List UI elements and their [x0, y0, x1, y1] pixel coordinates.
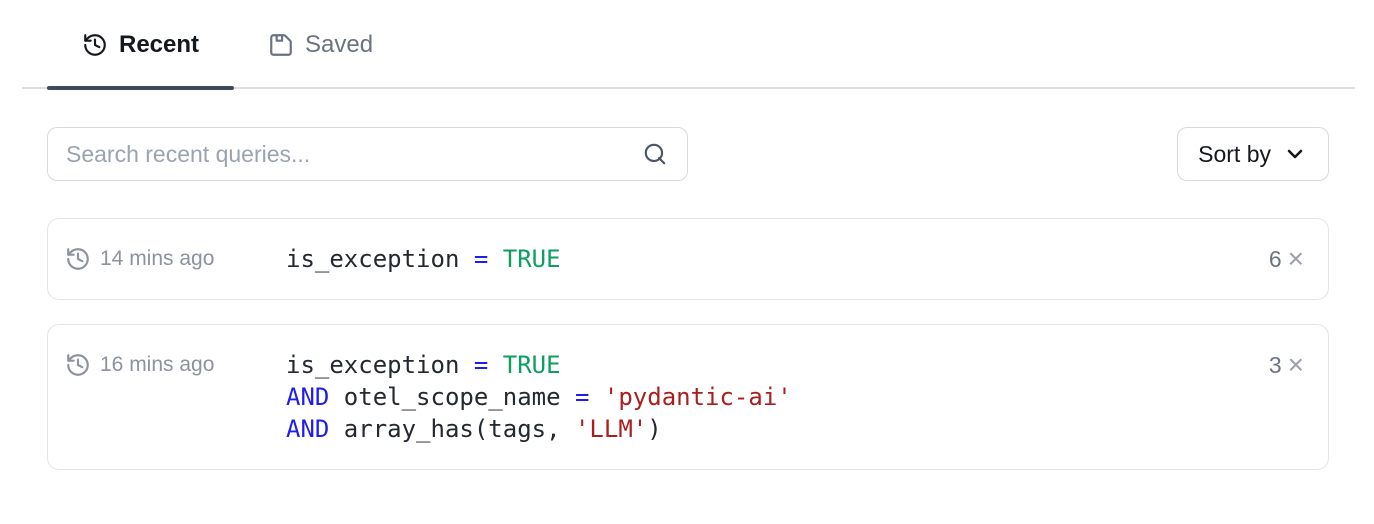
tab-bar: Recent Saved	[0, 0, 1374, 90]
history-icon	[82, 32, 108, 58]
recent-queries-panel: Recent Saved Sort by	[0, 0, 1374, 524]
times-icon: ×	[1288, 245, 1304, 273]
query-row[interactable]: 14 mins ago is_exception = TRUE 6 ×	[47, 218, 1329, 300]
query-run-count-group: 3 ×	[1257, 349, 1304, 381]
query-run-count: 3	[1269, 352, 1282, 379]
history-icon	[65, 352, 91, 378]
sort-by-button[interactable]: Sort by	[1177, 127, 1329, 181]
query-row[interactable]: 16 mins ago is_exception = TRUEAND otel_…	[47, 324, 1329, 470]
query-timestamp: 14 mins ago	[100, 247, 214, 271]
query-meta: 16 mins ago	[65, 349, 286, 381]
tab-recent[interactable]: Recent	[47, 0, 234, 90]
search-input[interactable]	[47, 127, 688, 181]
query-code: is_exception = TRUE	[286, 243, 561, 275]
search-box	[47, 127, 688, 181]
save-icon	[268, 32, 294, 58]
query-run-count-group: 6 ×	[1257, 243, 1304, 275]
query-meta: 14 mins ago	[65, 243, 286, 275]
query-timestamp: 16 mins ago	[100, 353, 214, 377]
tab-saved-label: Saved	[305, 31, 373, 59]
query-code: is_exception = TRUEAND otel_scope_name =…	[286, 349, 792, 445]
history-icon	[65, 246, 91, 272]
chevron-down-icon	[1283, 142, 1307, 166]
tab-recent-label: Recent	[119, 31, 199, 59]
times-icon: ×	[1288, 351, 1304, 379]
tab-saved[interactable]: Saved	[246, 0, 395, 90]
query-list: 14 mins ago is_exception = TRUE 6 × 16 m…	[47, 218, 1329, 470]
controls-row: Sort by	[47, 127, 1329, 181]
query-run-count: 6	[1269, 246, 1282, 273]
sort-by-label: Sort by	[1198, 141, 1271, 168]
